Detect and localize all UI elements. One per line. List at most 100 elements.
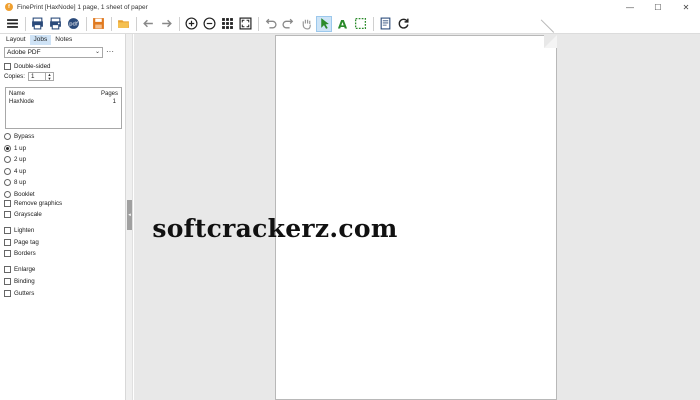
minimize-button[interactable]: —	[616, 0, 644, 14]
svg-text:pdf: pdf	[69, 22, 78, 28]
option-label: Grayscale	[14, 211, 42, 218]
radio-1-up[interactable]	[4, 144, 11, 152]
maximize-button[interactable]: ☐	[644, 0, 672, 14]
option-remove-graphics[interactable]: Remove graphics	[4, 199, 62, 208]
option-label: Enlarge	[14, 265, 36, 273]
settings-panel: Layout Jobs Notes Adobe PDF ⌄ ··· Double…	[0, 34, 126, 400]
job-pages: 1	[112, 99, 116, 105]
select-arrow-icon[interactable]	[316, 15, 332, 32]
open-folder-icon[interactable]	[115, 16, 131, 32]
enlarge-checkbox[interactable]	[4, 265, 11, 273]
layout-option-bypass[interactable]: Bypass	[4, 132, 34, 141]
save-icon[interactable]	[90, 16, 106, 32]
layout-option-4-up[interactable]: 4 up	[4, 167, 26, 176]
radio-booklet[interactable]	[4, 190, 11, 198]
option-lighten[interactable]: Lighten	[4, 226, 34, 235]
option-label: Bypass	[14, 133, 35, 140]
layout-option-1-up[interactable]: 1 up	[4, 144, 26, 153]
grid-icon[interactable]	[219, 16, 235, 32]
double-sided-checkbox[interactable]	[4, 63, 11, 70]
toolbar-separator	[373, 16, 374, 31]
option-label: Gutters	[14, 289, 35, 297]
option-gutters[interactable]: Gutters	[4, 289, 34, 298]
double-sided-option[interactable]: Double-sided	[4, 62, 50, 71]
redo-icon[interactable]	[280, 16, 296, 32]
forward-arrow-icon[interactable]	[158, 16, 174, 32]
radio-4-up[interactable]	[4, 167, 11, 175]
radio-2-up[interactable]	[4, 156, 11, 163]
option-grayscale[interactable]: Grayscale	[4, 210, 42, 219]
lighten-checkbox[interactable]	[4, 227, 11, 234]
toolbar-separator	[179, 16, 180, 31]
page-tag-checkbox[interactable]	[4, 238, 11, 246]
pdf-icon[interactable]: pdf	[65, 16, 81, 32]
option-page-tag[interactable]: Page tag	[4, 238, 39, 247]
copies-stepper[interactable]: ▲ ▼	[45, 72, 54, 81]
select-rect-icon[interactable]	[352, 16, 368, 32]
double-sided-label: Double-sided	[14, 63, 51, 70]
fineprint-app-icon: f	[5, 3, 13, 11]
copies-input[interactable]: 1	[27, 72, 46, 81]
close-button[interactable]: ✕	[672, 0, 700, 14]
zoom-in-icon[interactable]	[183, 16, 199, 32]
radio-bypass[interactable]	[4, 133, 11, 140]
option-label: Booklet	[14, 190, 35, 198]
option-label: Remove graphics	[14, 200, 63, 207]
option-label: Lighten	[14, 227, 35, 234]
letterhead-icon[interactable]	[377, 16, 393, 32]
gutters-checkbox[interactable]	[4, 289, 11, 297]
tab-layout[interactable]: Layout	[2, 35, 30, 45]
option-borders[interactable]: Borders	[4, 249, 36, 258]
refresh-icon[interactable]	[395, 16, 411, 32]
toolbar-separator	[86, 16, 87, 31]
layout-option-booklet[interactable]: Booklet	[4, 190, 35, 199]
option-enlarge[interactable]: Enlarge	[4, 265, 35, 274]
layout-option-8-up[interactable]: 8 up	[4, 178, 26, 187]
grayscale-checkbox[interactable]	[4, 211, 11, 218]
job-name: HaxNode	[9, 99, 35, 105]
page-corner-fold	[544, 35, 557, 48]
back-arrow-icon[interactable]	[140, 16, 156, 32]
option-label: 4 up	[14, 167, 27, 175]
option-label: Binding	[14, 277, 35, 285]
menu-icon[interactable]	[4, 16, 20, 32]
undo-icon[interactable]	[262, 16, 278, 32]
option-label: Borders	[14, 250, 36, 257]
tab-jobs[interactable]: Jobs	[29, 35, 52, 45]
text-tool-icon[interactable]: A	[334, 16, 350, 32]
printer-icon[interactable]	[47, 16, 63, 32]
option-label: 2 up	[14, 156, 27, 163]
option-binding[interactable]: Binding	[4, 277, 35, 286]
job-list[interactable]: Name Pages HaxNode 1	[5, 87, 122, 129]
copies-label: Copies:	[4, 73, 25, 80]
print-icon[interactable]	[29, 16, 45, 32]
toolbar: pdf A	[0, 14, 700, 34]
toolbar-separator	[25, 16, 26, 31]
toolbar-separator	[136, 16, 137, 31]
panel-tabs: Layout Jobs Notes	[0, 35, 125, 45]
window-title: FinePrint [HaxNode] 1 page, 1 sheet of p…	[17, 3, 148, 11]
option-label: 8 up	[14, 179, 27, 186]
remove-graphics-checkbox[interactable]	[4, 200, 11, 207]
column-header-pages[interactable]: Pages	[101, 91, 118, 97]
borders-checkbox[interactable]	[4, 250, 11, 257]
option-label: Page tag	[14, 238, 39, 246]
binding-checkbox[interactable]	[4, 277, 11, 285]
window-controls: — ☐ ✕	[616, 0, 700, 14]
tab-notes[interactable]: Notes	[51, 35, 76, 45]
fit-page-icon[interactable]	[237, 16, 253, 32]
printer-select-value: Adobe PDF	[7, 49, 41, 56]
radio-8-up[interactable]	[4, 179, 11, 186]
watermark-text: softcrackerz.com	[152, 214, 398, 243]
more-options-button[interactable]: ···	[106, 47, 114, 56]
column-header-name[interactable]: Name	[9, 91, 25, 97]
layout-option-2-up[interactable]: 2 up	[4, 155, 26, 164]
copies-row: Copies: 1 ▲ ▼	[4, 72, 54, 81]
chevron-down-icon: ⌄	[94, 49, 100, 55]
printer-select[interactable]: Adobe PDF ⌄	[4, 47, 103, 58]
title-bar: f FinePrint [HaxNode] 1 page, 1 sheet of…	[0, 0, 700, 14]
hand-icon[interactable]	[298, 16, 314, 32]
list-item[interactable]: HaxNode 1	[6, 97, 121, 105]
toolbar-separator	[111, 16, 112, 31]
zoom-out-icon[interactable]	[201, 16, 217, 32]
